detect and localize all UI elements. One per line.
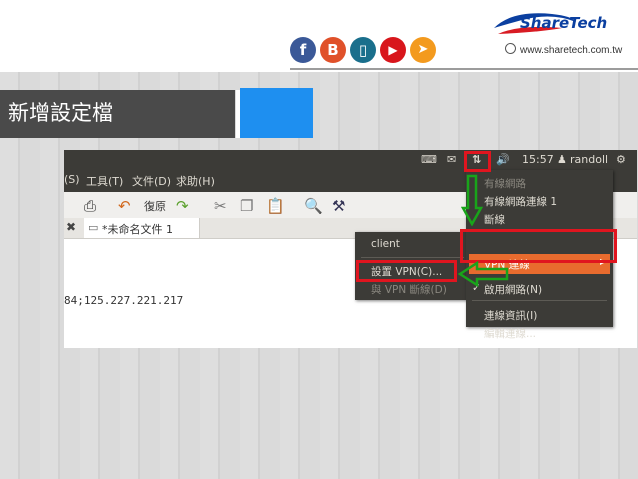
wired-connection-item[interactable]: 有線網路連線 1 (484, 194, 557, 209)
menu-item-tools[interactable]: 工具(T) (86, 173, 123, 189)
menu-item-s[interactable]: (S) (64, 173, 80, 186)
disconnect-vpn-item: 與 VPN 斷線(D) (371, 284, 447, 296)
close-icon[interactable]: ✖ (66, 220, 76, 234)
header-divider (290, 68, 638, 70)
mail-icon[interactable]: ✉ (447, 153, 456, 166)
menu-item-help[interactable]: 求助(H) (176, 173, 215, 189)
username-text[interactable]: randoll (570, 153, 608, 166)
clock-text[interactable]: 15:57 (522, 153, 554, 166)
configure-vpn-annotation (356, 260, 457, 282)
edit-connections-item[interactable]: 編輯連線... (484, 326, 536, 341)
tab-untitled-document[interactable]: ▭ *未命名文件 1 (84, 218, 200, 238)
page-title: 新增設定檔 (8, 101, 113, 125)
redo-icon[interactable]: ↷ (176, 197, 189, 215)
accent-block (240, 88, 313, 138)
volume-icon[interactable]: 🔊 (496, 153, 510, 166)
vpn-item-client[interactable]: client (371, 238, 400, 250)
website-url[interactable]: www.sharetech.com.tw (505, 43, 622, 56)
youtube-icon[interactable]: ▶ (380, 37, 406, 63)
left-arrow-annotation (457, 260, 509, 288)
logo-text: ShareTech (520, 14, 608, 32)
replace-icon[interactable]: ⚒ (332, 197, 345, 215)
cut-icon[interactable]: ✂ (214, 197, 227, 215)
menu-separator (472, 300, 607, 301)
undo-icon[interactable]: ↶ (118, 197, 131, 215)
blogger-icon[interactable]: B (320, 37, 346, 63)
user-icon: ♟ (557, 153, 567, 166)
search-icon[interactable]: 🔍 (304, 197, 323, 215)
keyboard-icon[interactable]: ⌨ (421, 153, 437, 166)
document-icon: ▭ (88, 221, 99, 234)
wired-network-header: 有線網路 (484, 178, 526, 190)
menu-separator (361, 257, 464, 258)
disconnect-item[interactable]: 斷線 (484, 212, 505, 227)
globe-icon (505, 43, 516, 54)
website-text: www.sharetech.com.tw (520, 45, 623, 56)
tab-label: *未命名文件 1 (102, 223, 173, 236)
desktop-screenshot: ⌨ ✉ ⇅ 🔊 15:57 ♟ randoll ⚙ (S) 工具(T) 文件(D… (64, 150, 637, 348)
undo-label[interactable]: 復原 (144, 198, 166, 214)
print-icon[interactable]: ⎙ (84, 197, 96, 215)
gear-icon[interactable]: ⚙ (616, 153, 626, 166)
down-arrow-annotation (461, 174, 483, 226)
network-icon-annotation (464, 151, 491, 172)
menu-item-document[interactable]: 文件(D) (132, 173, 171, 189)
connection-info-item[interactable]: 連線資訊(I) (484, 308, 537, 323)
facebook-icon[interactable]: f (290, 37, 316, 63)
copy-icon[interactable]: ❐ (240, 197, 253, 215)
document-content[interactable]: 84;125.227.221.217 (64, 294, 183, 307)
paste-icon[interactable]: 📋 (266, 197, 285, 215)
vpn-connections-annotation (460, 229, 617, 263)
system-top-panel: ⌨ ✉ ⇅ 🔊 15:57 ♟ randoll ⚙ (64, 150, 637, 170)
mobile-icon[interactable]: ▯ (350, 37, 376, 63)
send-icon[interactable]: ➤ (410, 37, 436, 63)
